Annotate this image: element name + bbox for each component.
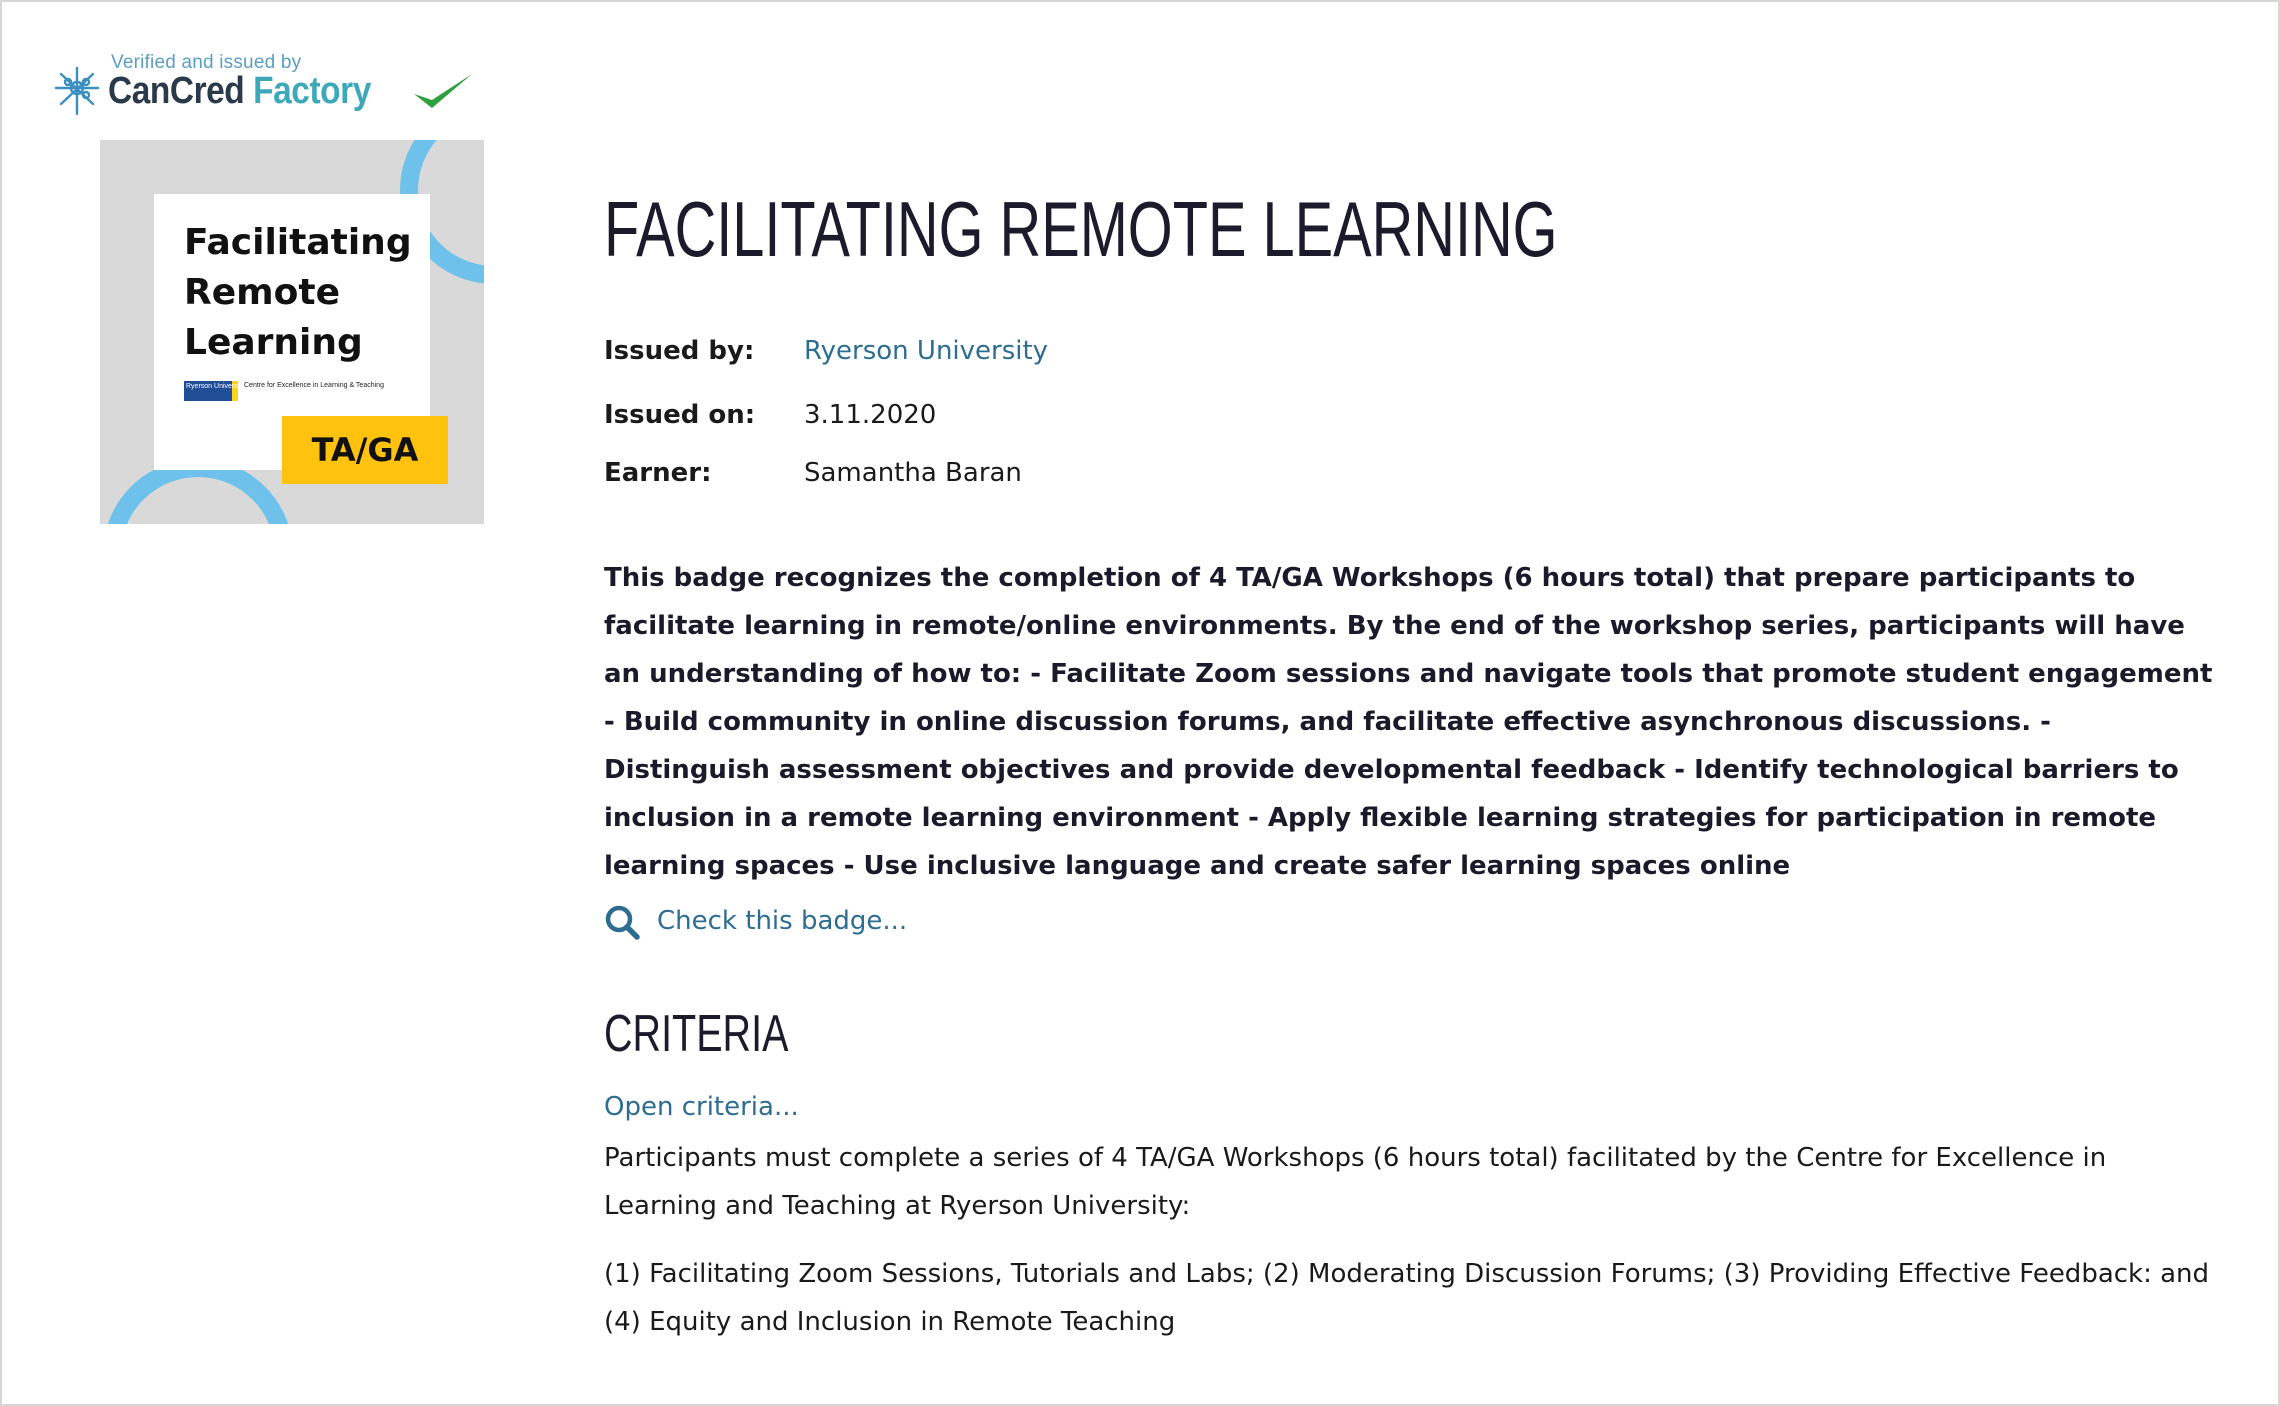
issued-on-label: Issued on:	[604, 400, 756, 430]
issued-on-value: 3.11.2020	[804, 400, 937, 430]
badge-tag: TA/GA	[282, 416, 448, 484]
badge-title: Facilitating Remote Learning	[184, 222, 412, 363]
badge-image: Facilitating Remote Learning Ryerson Uni…	[100, 140, 484, 524]
verification-logo[interactable]: Verified and issued by CanCred Factory	[48, 50, 488, 120]
criteria-paragraph-2: (1) Facilitating Zoom Sessions, Tutorial…	[604, 1259, 2210, 1337]
criteria-heading: CRITERIA	[604, 1005, 789, 1063]
issuer-link[interactable]: Ryerson University	[804, 336, 1048, 366]
open-criteria-link[interactable]: Open criteria...	[604, 1092, 799, 1122]
criteria-paragraph-1: Participants must complete a series of 4…	[604, 1143, 2107, 1221]
brand-name: CanCred Factory	[108, 70, 371, 112]
search-icon	[605, 905, 640, 940]
checkmark-icon	[414, 74, 472, 108]
ryerson-logo: Ryerson University Centre for Excellence…	[184, 380, 384, 404]
badge-description: This badge recognizes the completion of …	[604, 563, 2213, 881]
page-title: FACILITATING REMOTE LEARNING	[604, 185, 1558, 273]
maple-leaf-icon	[54, 66, 100, 116]
earner-label: Earner:	[604, 458, 712, 488]
issued-by-label: Issued by:	[604, 336, 755, 366]
earner-value: Samantha Baran	[804, 458, 1022, 488]
check-badge-text: Check this badge...	[657, 906, 908, 936]
